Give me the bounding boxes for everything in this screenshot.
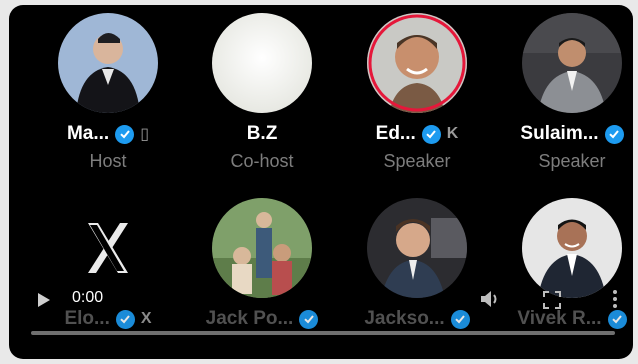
current-time: 0:00	[72, 289, 104, 306]
avatar	[58, 13, 158, 113]
player-controls: 0:00	[9, 275, 633, 359]
affiliate-badge: K	[446, 125, 459, 142]
participant-name: Ed...	[375, 123, 416, 144]
participant-role: Host	[89, 151, 127, 171]
participant-role: Speaker	[538, 151, 606, 171]
more-options-icon[interactable]	[612, 289, 618, 314]
avatar	[212, 13, 312, 113]
verified-badge-icon	[421, 124, 441, 144]
play-icon[interactable]	[37, 292, 51, 313]
volume-icon[interactable]	[479, 289, 501, 314]
participant-role: Co-host	[230, 151, 294, 171]
avatar	[522, 13, 622, 113]
participant-name: Sulaim...	[520, 123, 599, 144]
fullscreen-icon[interactable]	[543, 291, 561, 314]
affiliate-badge: ▯	[140, 126, 150, 143]
participant-name: Ma...	[66, 123, 110, 144]
avatar-speaking	[367, 13, 467, 113]
progress-bar[interactable]	[31, 331, 615, 335]
video-player[interactable]: Ma... ▯ Host B.Z Co-host Ed... K Speaker…	[9, 5, 633, 359]
participant-role: Speaker	[383, 151, 451, 171]
verified-badge-icon	[604, 124, 624, 144]
verified-badge-icon	[115, 124, 135, 144]
participant-name: B.Z	[246, 123, 278, 144]
